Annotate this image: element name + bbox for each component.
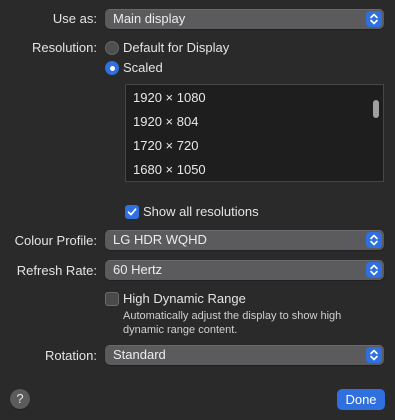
chevron-updown-icon: [366, 232, 382, 248]
refresh-rate-value: 60 Hertz: [113, 262, 163, 277]
colour-profile-popup[interactable]: LG HDR WQHD: [105, 230, 384, 250]
high-dynamic-range-label: High Dynamic Range: [123, 291, 246, 306]
use-as-popup[interactable]: Main display: [105, 9, 384, 29]
use-as-label: Use as:: [52, 11, 97, 26]
resolution-label: Resolution:: [31, 40, 97, 55]
hdr-description: Automatically adjust the display to show…: [123, 310, 342, 336]
high-dynamic-range-checkbox[interactable]: [105, 292, 119, 306]
colour-profile-value: LG HDR WQHD: [113, 232, 207, 247]
list-item[interactable]: 1920 × 804: [133, 114, 198, 129]
resolution-list[interactable]: 1920 × 1080 1920 × 804 1720 × 720 1680 ×…: [125, 84, 384, 182]
default-for-display-label: Default for Display: [123, 40, 230, 55]
chevron-updown-icon: [366, 11, 382, 27]
show-all-resolutions-checkbox[interactable]: [125, 205, 139, 219]
scaled-label: Scaled: [123, 60, 163, 75]
rotation-popup[interactable]: Standard: [105, 345, 384, 365]
use-as-value: Main display: [113, 11, 186, 26]
chevron-updown-icon: [366, 262, 382, 278]
refresh-rate-label: Refresh Rate:: [16, 263, 97, 278]
rotation-label: Rotation:: [44, 348, 97, 363]
done-button[interactable]: Done: [337, 389, 385, 410]
colour-profile-label: Colour Profile:: [14, 233, 97, 248]
list-item[interactable]: 1920 × 1080: [133, 90, 206, 105]
list-scrollbar[interactable]: [373, 100, 379, 118]
list-item[interactable]: 1720 × 720: [133, 138, 198, 153]
help-button[interactable]: ?: [10, 389, 30, 409]
rotation-value: Standard: [113, 347, 166, 362]
scaled-radio[interactable]: [105, 61, 119, 75]
show-all-resolutions-label: Show all resolutions: [143, 204, 259, 219]
list-item[interactable]: 1680 × 1050: [133, 162, 206, 177]
chevron-updown-icon: [366, 347, 382, 363]
refresh-rate-popup[interactable]: 60 Hertz: [105, 260, 384, 280]
default-for-display-radio[interactable]: [105, 41, 119, 55]
